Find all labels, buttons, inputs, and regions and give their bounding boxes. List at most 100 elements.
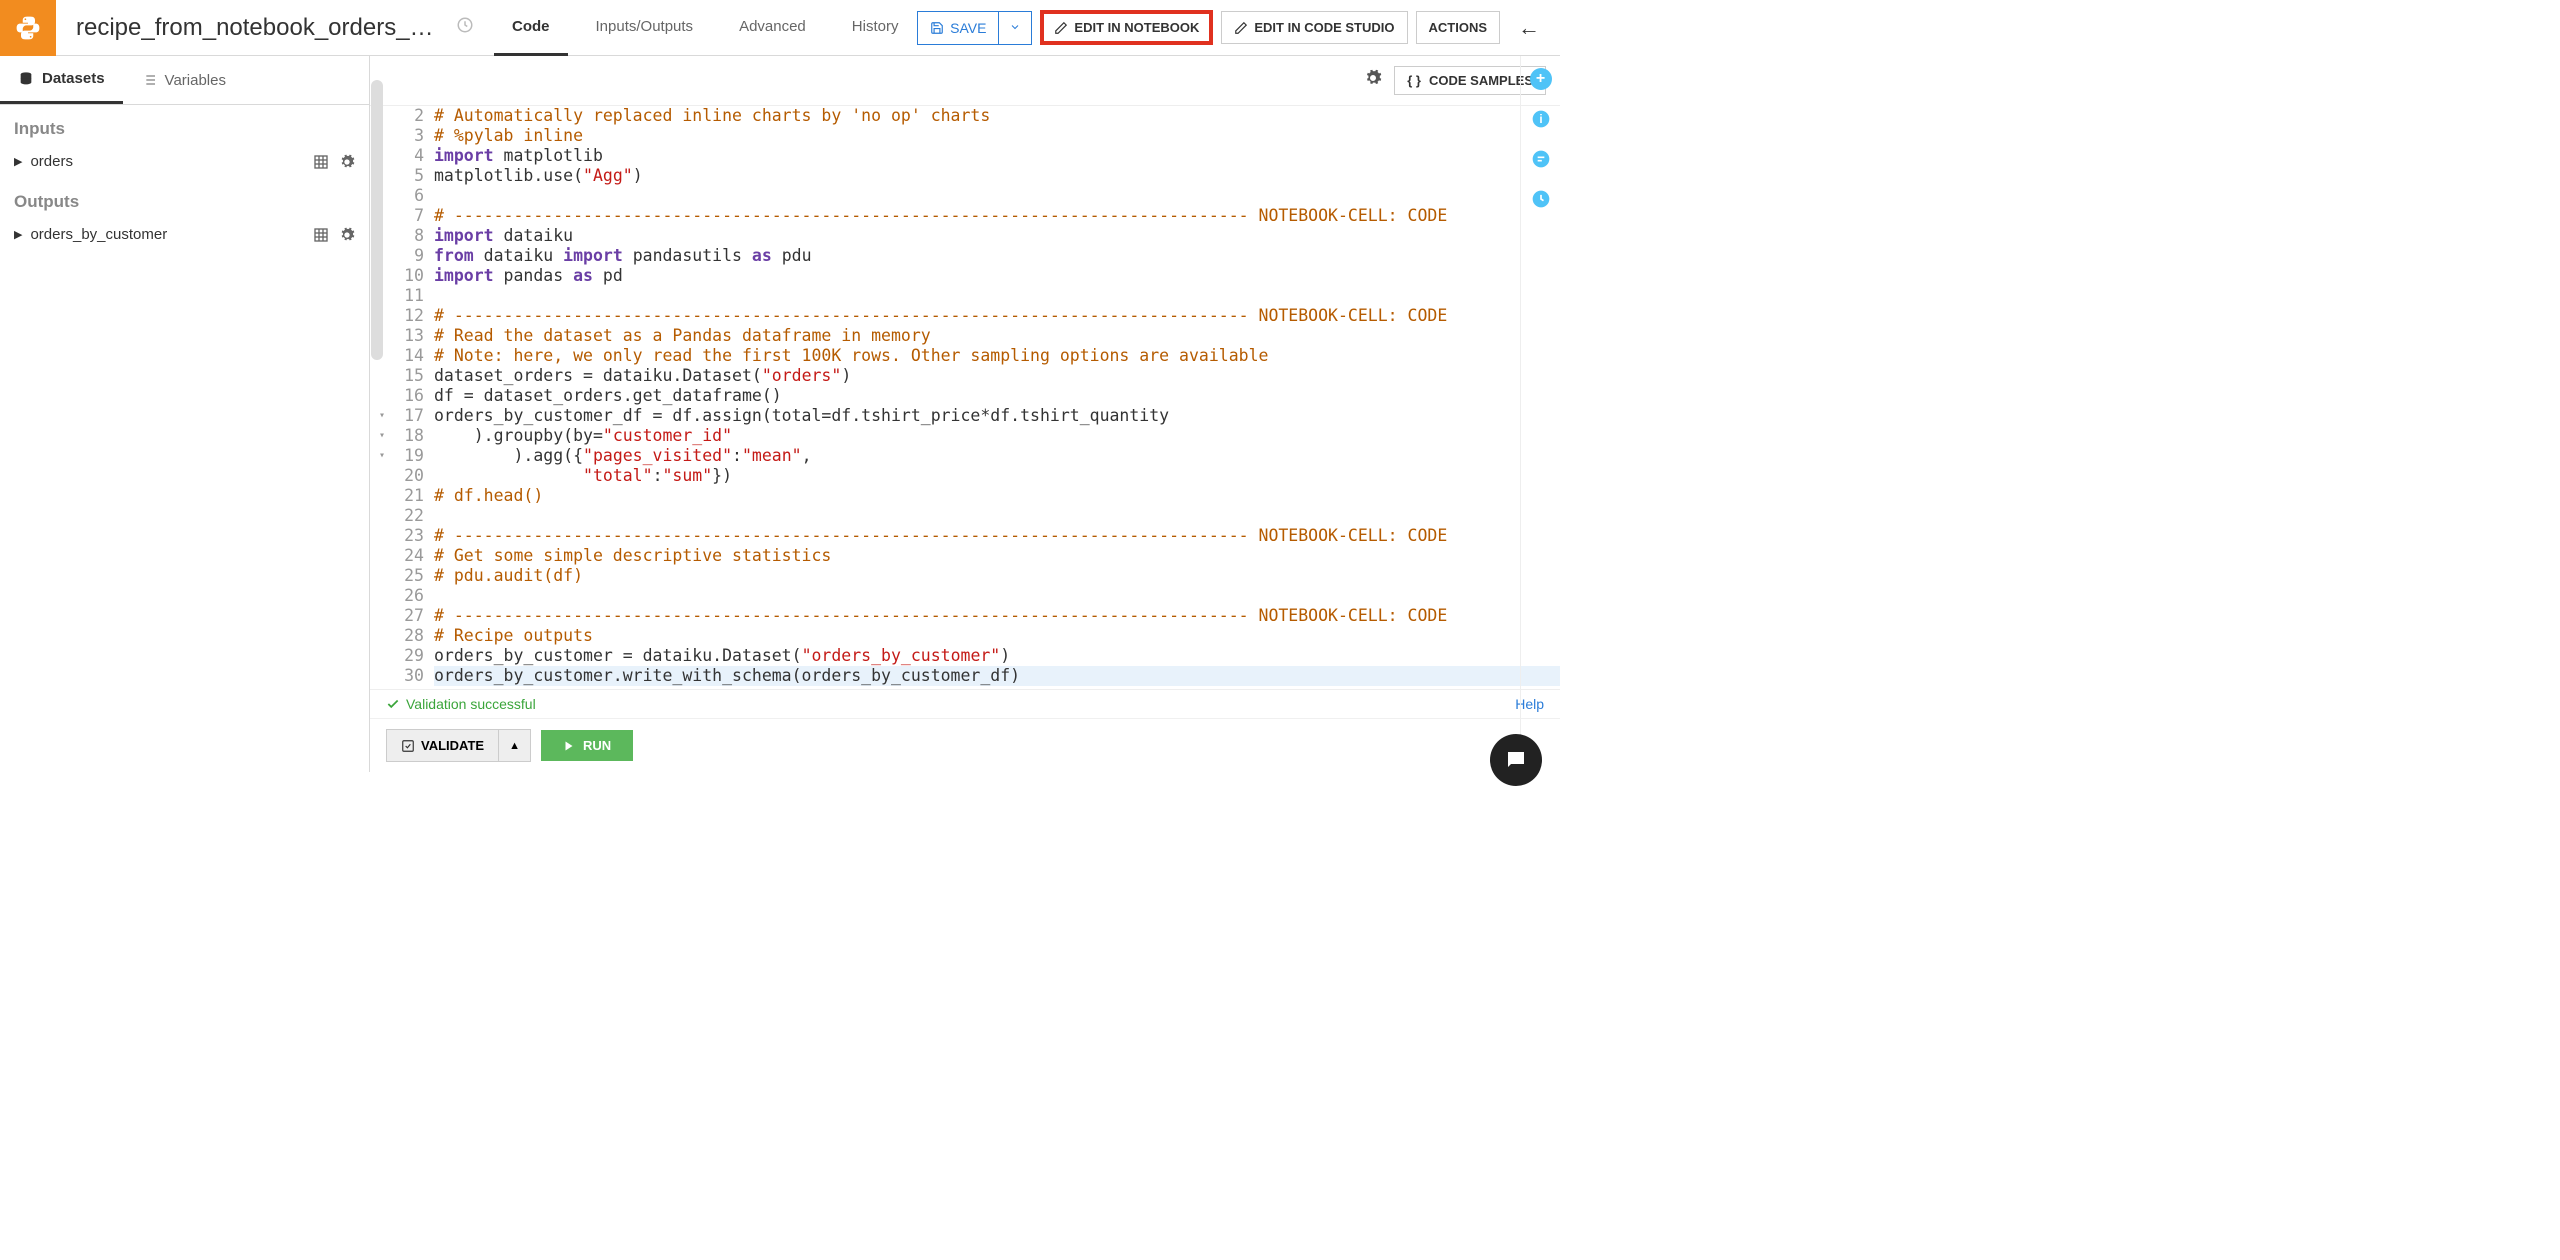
back-arrow-icon[interactable]: ← — [1518, 15, 1540, 41]
rail-add-button[interactable]: + — [1530, 68, 1552, 90]
code-line[interactable]: 6 — [370, 186, 1560, 206]
code-line[interactable]: ▾19 ).agg({"pages_visited":"mean", — [370, 446, 1560, 466]
code-content[interactable]: orders_by_customer = dataiku.Dataset("or… — [434, 646, 1560, 666]
chat-widget[interactable] — [1490, 734, 1542, 786]
sidebar-drag-handle[interactable] — [371, 80, 383, 360]
code-content[interactable]: orders_by_customer.write_with_schema(ord… — [434, 666, 1560, 686]
table-icon[interactable] — [313, 227, 329, 243]
rail-info-button[interactable]: i — [1530, 108, 1552, 130]
code-content[interactable]: # --------------------------------------… — [434, 206, 1560, 226]
code-line[interactable]: 12# ------------------------------------… — [370, 306, 1560, 326]
code-line[interactable]: 11 — [370, 286, 1560, 306]
edit-in-notebook-button[interactable]: EDIT IN NOTEBOOK — [1040, 10, 1213, 45]
code-content[interactable]: # --------------------------------------… — [434, 306, 1560, 326]
code-line[interactable]: 8import dataiku — [370, 226, 1560, 246]
line-number: 21 — [394, 486, 434, 506]
code-content[interactable]: "total":"sum"}) — [434, 466, 1560, 486]
validation-status: Validation successful — [386, 696, 536, 712]
left-sidebar: Datasets Variables Inputs ▶ orders Outpu… — [0, 56, 370, 772]
code-line[interactable]: 10import pandas as pd — [370, 266, 1560, 286]
code-content[interactable]: import pandas as pd — [434, 266, 1560, 286]
code-line[interactable]: 14# Note: here, we only read the first 1… — [370, 346, 1560, 366]
code-content[interactable]: # pdu.audit(df) — [434, 566, 1560, 586]
editor-toolbar: { } CODE SAMPLES — [370, 56, 1560, 106]
table-icon[interactable] — [313, 154, 329, 170]
code-content[interactable]: from dataiku import pandasutils as pdu — [434, 246, 1560, 266]
validate-button[interactable]: VALIDATE — [386, 729, 499, 762]
code-line[interactable]: 27# ------------------------------------… — [370, 606, 1560, 626]
code-line[interactable]: 13# Read the dataset as a Pandas datafra… — [370, 326, 1560, 346]
code-line[interactable]: 16df = dataset_orders.get_dataframe() — [370, 386, 1560, 406]
code-content[interactable]: import dataiku — [434, 226, 1560, 246]
code-line[interactable]: 20 "total":"sum"}) — [370, 466, 1560, 486]
input-dataset-row[interactable]: ▶ orders — [0, 145, 369, 178]
code-content[interactable]: ).groupby(by="customer_id" — [434, 426, 1560, 446]
tab-advanced[interactable]: Advanced — [721, 0, 824, 56]
code-line[interactable]: 25# pdu.audit(df) — [370, 566, 1560, 586]
rail-history-button[interactable] — [1530, 188, 1552, 210]
tab-inputs-outputs[interactable]: Inputs/Outputs — [578, 0, 712, 56]
fold-toggle — [370, 366, 394, 386]
code-content[interactable] — [434, 506, 1560, 526]
code-editor[interactable]: 2# Automatically replaced inline charts … — [370, 106, 1560, 689]
code-line[interactable]: 7# -------------------------------------… — [370, 206, 1560, 226]
code-line[interactable]: 30orders_by_customer.write_with_schema(o… — [370, 666, 1560, 686]
output-dataset-row[interactable]: ▶ orders_by_customer — [0, 218, 369, 251]
code-content[interactable]: import matplotlib — [434, 146, 1560, 166]
code-line[interactable]: 21# df.head() — [370, 486, 1560, 506]
sidebar-tab-variables[interactable]: Variables — [123, 56, 244, 104]
fold-toggle — [370, 606, 394, 626]
gear-icon — [1364, 69, 1382, 87]
code-content[interactable]: df = dataset_orders.get_dataframe() — [434, 386, 1560, 406]
code-content[interactable]: # --------------------------------------… — [434, 606, 1560, 626]
code-content[interactable]: # df.head() — [434, 486, 1560, 506]
validate-dropdown[interactable]: ▲ — [499, 729, 531, 762]
tab-code[interactable]: Code — [494, 0, 568, 56]
editor-settings-button[interactable] — [1364, 69, 1382, 92]
code-content[interactable]: # Read the dataset as a Pandas dataframe… — [434, 326, 1560, 346]
code-content[interactable] — [434, 586, 1560, 606]
fold-toggle[interactable]: ▾ — [370, 446, 394, 466]
code-content[interactable]: # Note: here, we only read the first 100… — [434, 346, 1560, 366]
code-line[interactable]: 28# Recipe outputs — [370, 626, 1560, 646]
code-content[interactable]: orders_by_customer_df = df.assign(total=… — [434, 406, 1560, 426]
rail-discussion-button[interactable] — [1530, 148, 1552, 170]
code-line[interactable]: 2# Automatically replaced inline charts … — [370, 106, 1560, 126]
code-line[interactable]: 26 — [370, 586, 1560, 606]
code-content[interactable]: # --------------------------------------… — [434, 526, 1560, 546]
code-content[interactable] — [434, 286, 1560, 306]
code-line[interactable]: 22 — [370, 506, 1560, 526]
save-button[interactable]: SAVE — [918, 12, 998, 44]
history-icon[interactable] — [456, 16, 474, 39]
code-line[interactable]: 3# %pylab inline — [370, 126, 1560, 146]
gear-icon[interactable] — [339, 154, 355, 170]
code-content[interactable]: # %pylab inline — [434, 126, 1560, 146]
code-line[interactable]: 5matplotlib.use("Agg") — [370, 166, 1560, 186]
fold-toggle — [370, 586, 394, 606]
sidebar-tab-datasets[interactable]: Datasets — [0, 56, 123, 104]
code-content[interactable] — [434, 186, 1560, 206]
code-content[interactable]: # Get some simple descriptive statistics — [434, 546, 1560, 566]
actions-button[interactable]: ACTIONS — [1416, 11, 1501, 44]
code-content[interactable]: dataset_orders = dataiku.Dataset("orders… — [434, 366, 1560, 386]
run-button[interactable]: RUN — [541, 730, 633, 761]
code-line[interactable]: 24# Get some simple descriptive statisti… — [370, 546, 1560, 566]
code-content[interactable]: # Recipe outputs — [434, 626, 1560, 646]
code-line[interactable]: 4import matplotlib — [370, 146, 1560, 166]
code-content[interactable]: matplotlib.use("Agg") — [434, 166, 1560, 186]
fold-toggle[interactable]: ▾ — [370, 426, 394, 446]
code-line[interactable]: ▾18 ).groupby(by="customer_id" — [370, 426, 1560, 446]
gear-icon[interactable] — [339, 227, 355, 243]
code-line[interactable]: 29orders_by_customer = dataiku.Dataset("… — [370, 646, 1560, 666]
fold-toggle[interactable]: ▾ — [370, 406, 394, 426]
edit-in-code-studio-button[interactable]: EDIT IN CODE STUDIO — [1221, 11, 1407, 44]
list-icon — [141, 72, 157, 88]
code-line[interactable]: 9from dataiku import pandasutils as pdu — [370, 246, 1560, 266]
save-dropdown[interactable] — [998, 12, 1031, 44]
code-line[interactable]: ▾17orders_by_customer_df = df.assign(tot… — [370, 406, 1560, 426]
code-line[interactable]: 15dataset_orders = dataiku.Dataset("orde… — [370, 366, 1560, 386]
tab-history[interactable]: History — [834, 0, 917, 56]
code-line[interactable]: 23# ------------------------------------… — [370, 526, 1560, 546]
code-content[interactable]: # Automatically replaced inline charts b… — [434, 106, 1560, 126]
code-content[interactable]: ).agg({"pages_visited":"mean", — [434, 446, 1560, 466]
